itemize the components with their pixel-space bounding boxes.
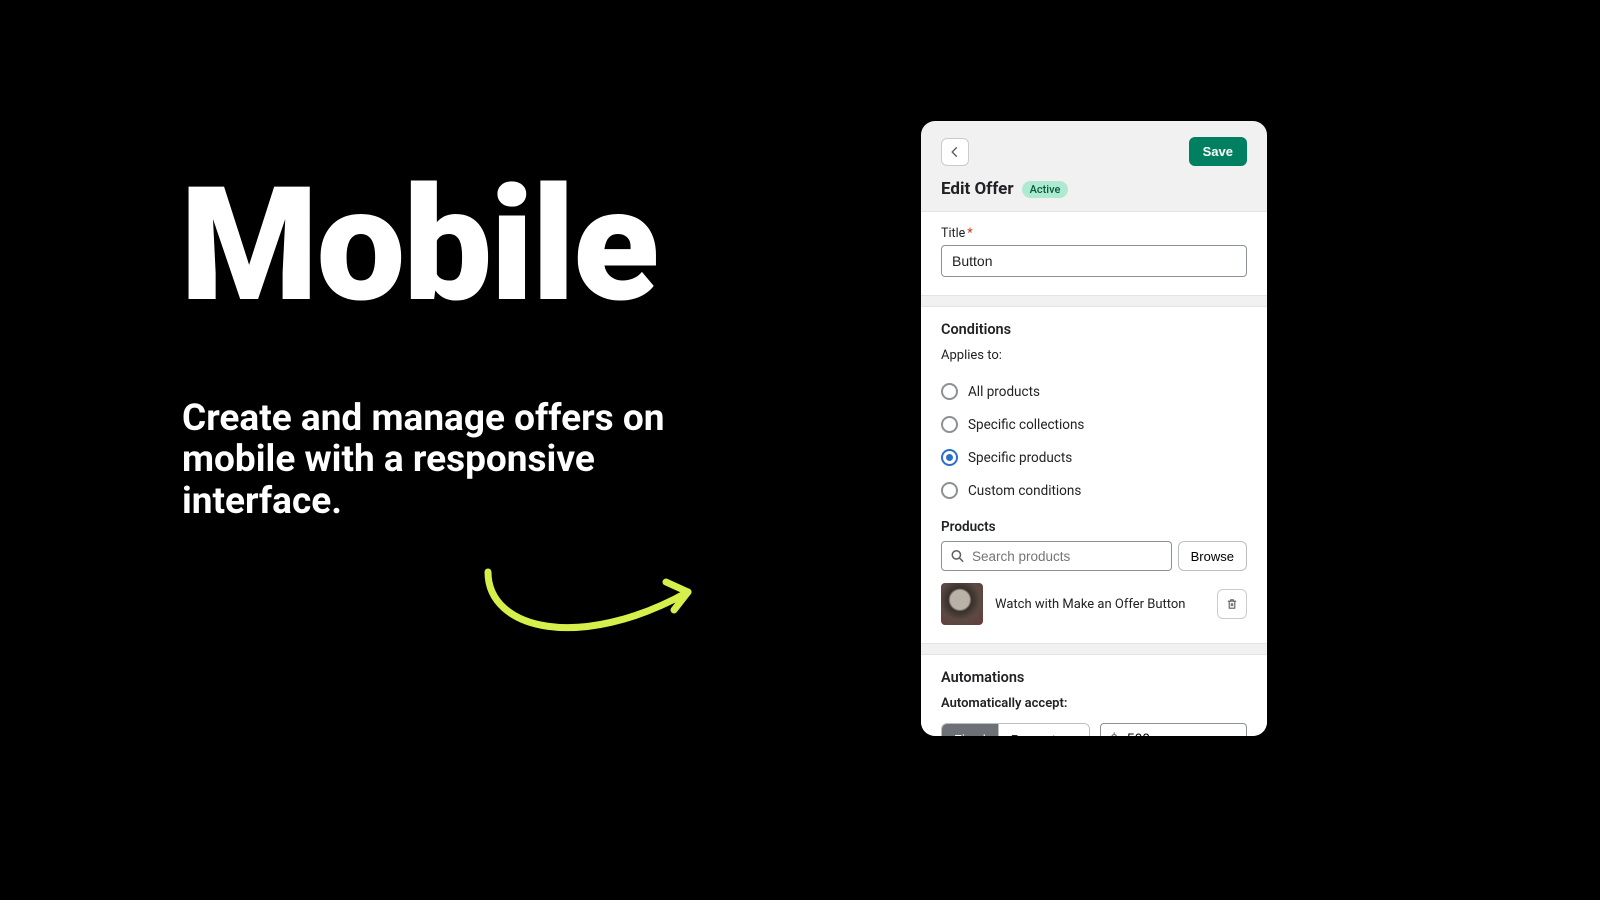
segment-percentage[interactable]: Percentage [998, 724, 1090, 736]
title-card: Title* [921, 211, 1267, 296]
title-input[interactable] [941, 245, 1247, 277]
page-title: Edit Offer [941, 179, 1014, 199]
product-thumbnail [941, 583, 983, 625]
amount-input[interactable] [1100, 723, 1247, 736]
radio-label: All products [968, 384, 1040, 400]
radio-label: Specific products [968, 450, 1072, 466]
products-heading: Products [941, 519, 1247, 535]
hero-subtitle: Create and manage offers on mobile with … [182, 398, 742, 522]
radio-icon [941, 416, 958, 433]
auto-accept-label: Automatically accept: [941, 696, 1247, 711]
required-star: * [967, 226, 972, 241]
automations-card: Automations Automatically accept: Fixed … [921, 654, 1267, 736]
back-button[interactable] [941, 138, 969, 166]
title-label: Title* [941, 226, 1247, 241]
radio-label: Custom conditions [968, 483, 1081, 499]
trash-icon [1225, 597, 1239, 611]
radio-all-products[interactable]: All products [941, 375, 1247, 408]
radio-custom-conditions[interactable]: Custom conditions [941, 474, 1247, 507]
arrow-icon [470, 560, 720, 670]
radio-icon [941, 449, 958, 466]
discount-type-segment: Fixed Percentage [941, 723, 1090, 736]
hero-title: Mobile [180, 166, 657, 324]
status-badge: Active [1022, 181, 1069, 198]
radio-specific-products[interactable]: Specific products [941, 441, 1247, 474]
radio-specific-collections[interactable]: Specific collections [941, 408, 1247, 441]
segment-fixed[interactable]: Fixed [942, 724, 998, 736]
conditions-heading: Conditions [941, 321, 1247, 338]
product-name: Watch with Make an Offer Button [995, 597, 1205, 612]
save-button[interactable]: Save [1189, 137, 1247, 166]
browse-button[interactable]: Browse [1178, 541, 1247, 571]
radio-icon [941, 383, 958, 400]
applies-to-label: Applies to: [941, 348, 1247, 363]
currency-prefix: $ [1110, 732, 1118, 737]
search-icon [950, 549, 965, 564]
delete-product-button[interactable] [1217, 589, 1247, 619]
search-input[interactable] [941, 541, 1172, 571]
radio-label: Specific collections [968, 417, 1084, 433]
mobile-mockup: Save Edit Offer Active Title* Conditions… [921, 121, 1267, 736]
automations-heading: Automations [941, 669, 1247, 686]
arrow-left-icon [948, 145, 962, 159]
conditions-card: Conditions Applies to: All products Spec… [921, 306, 1267, 644]
product-row: Watch with Make an Offer Button [941, 583, 1247, 625]
radio-icon [941, 482, 958, 499]
